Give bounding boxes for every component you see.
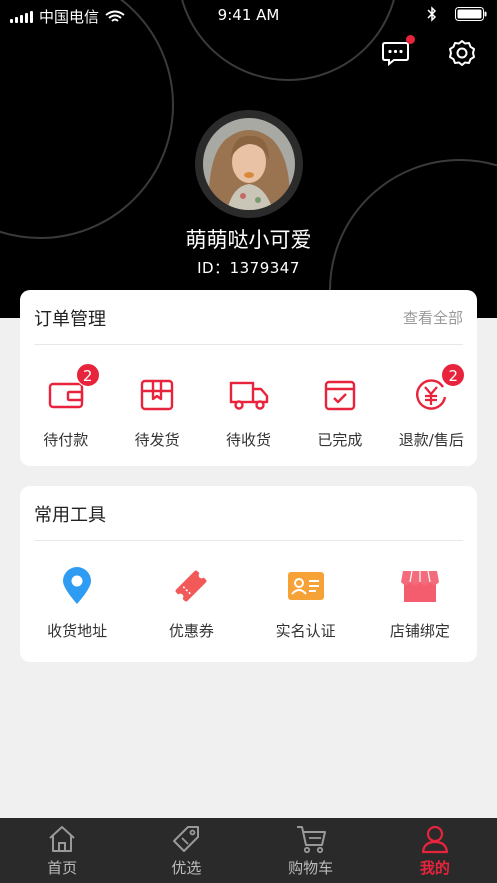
tab-label: 购物车: [288, 859, 334, 877]
tool-real-name-verification[interactable]: 实名认证: [249, 566, 363, 641]
coupon-icon: [175, 570, 207, 602]
tab-mine[interactable]: 我的: [373, 818, 497, 883]
tool-coupons[interactable]: 优惠券: [134, 566, 248, 641]
profile-header: 中国电信 9:41 AM 萌萌哒小可爱 ID：1379347: [0, 0, 497, 318]
orders-title: 订单管理: [34, 309, 106, 330]
tab-label: 首页: [47, 859, 78, 877]
order-badge: 2: [441, 363, 466, 387]
settings-button[interactable]: [447, 38, 477, 68]
tab-home[interactable]: 首页: [0, 818, 124, 883]
avatar-photo: [203, 118, 295, 210]
order-label: 待发货: [134, 431, 180, 449]
order-pending-receipt[interactable]: 待收货: [203, 375, 294, 450]
user-nickname: 萌萌哒小可爱: [185, 228, 312, 252]
status-time: 9:41 AM: [217, 6, 280, 24]
bluetooth-icon: [427, 6, 437, 22]
tool-label: 店铺绑定: [389, 622, 450, 640]
tool-shipping-address[interactable]: 收货地址: [20, 566, 134, 641]
tab-cart[interactable]: 购物车: [249, 818, 373, 883]
wallet-icon: [48, 382, 83, 409]
tab-label: 优选: [171, 859, 202, 877]
order-refund-aftersale[interactable]: 2 退款/售后: [386, 363, 477, 450]
tool-label: 实名认证: [275, 622, 336, 640]
cart-icon: [296, 826, 326, 854]
order-label: 退款/售后: [398, 431, 464, 449]
tool-label: 优惠券: [168, 622, 214, 640]
tools-card: 常用工具 收货地址 优惠券 实名认证 店铺绑定: [20, 486, 477, 662]
store-icon: [400, 570, 439, 602]
orders-card: 订单管理 查看全部 2 待付款 待发货 待收货 已完成 2 退款/售后: [20, 290, 477, 466]
message-button[interactable]: [381, 35, 415, 68]
tools-title: 常用工具: [34, 505, 106, 526]
gear-icon: [449, 40, 475, 66]
user-id: ID：1379347: [197, 259, 300, 277]
home-icon: [49, 826, 75, 852]
order-pending-shipment[interactable]: 待发货: [111, 375, 202, 450]
avatar[interactable]: [195, 110, 303, 218]
tag-icon: [173, 826, 200, 852]
order-label: 待付款: [43, 431, 89, 449]
location-pin-icon: [63, 567, 92, 604]
order-label: 已完成: [317, 431, 363, 449]
tool-store-binding[interactable]: 店铺绑定: [363, 566, 477, 641]
order-badge: 2: [75, 363, 100, 387]
calendar-check-icon: [324, 380, 356, 411]
message-unread-dot: [406, 35, 415, 44]
id-card-icon: [287, 572, 324, 600]
order-completed[interactable]: 已完成: [294, 375, 385, 450]
package-icon: [140, 379, 174, 411]
view-all-orders-link[interactable]: 查看全部: [403, 307, 463, 328]
bottom-tab-bar: 首页 优选 购物车 我的: [0, 818, 497, 883]
user-icon: [421, 825, 448, 854]
order-pending-payment[interactable]: 2 待付款: [20, 363, 111, 450]
order-label: 待收货: [226, 431, 272, 449]
battery-icon: [455, 7, 487, 21]
tool-label: 收货地址: [47, 622, 108, 640]
status-bar: 中国电信 9:41 AM: [0, 0, 497, 30]
truck-icon: [229, 381, 268, 410]
tab-featured[interactable]: 优选: [124, 818, 248, 883]
tab-label: 我的: [419, 859, 450, 877]
